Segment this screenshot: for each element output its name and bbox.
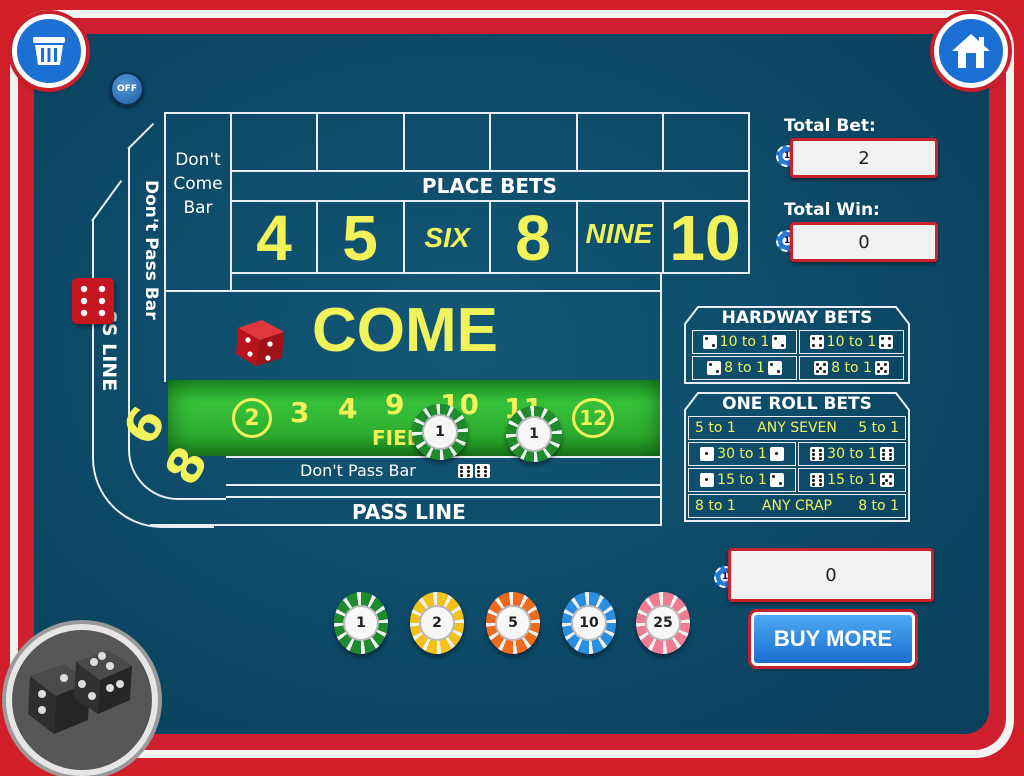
any-seven-payout-left: 5 to 1: [695, 420, 736, 436]
total-bet-value: 2: [790, 138, 938, 178]
any-crap-label: ANY CRAP: [761, 498, 832, 514]
red-die-center: [232, 318, 286, 368]
chip-value: 10: [571, 605, 607, 641]
one-roll-bets-panel: ONE ROLL BETS 5 to 1 ANY SEVEN 5 to 1 30…: [684, 392, 910, 522]
one-roll-bets-title: ONE ROLL BETS: [722, 394, 872, 414]
total-win-label: Total Win:: [784, 200, 880, 220]
hard-8-payout: 8 to 1: [831, 360, 872, 376]
chip-10[interactable]: 10: [562, 592, 616, 654]
eleven-payout: 15 to 1: [827, 472, 877, 488]
place-bet-nine[interactable]: NINE: [576, 218, 662, 250]
come-area[interactable]: COME: [312, 300, 572, 362]
field-number-3: 3: [290, 396, 310, 429]
dont-come-bar[interactable]: Don't Come Bar: [166, 148, 230, 238]
field-bet-chip[interactable]: 1: [506, 406, 562, 462]
any-crap-payout-left: 8 to 1: [695, 498, 736, 514]
place-bet-six[interactable]: SIX: [405, 222, 489, 254]
any-crap-payout-right: 8 to 1: [858, 498, 899, 514]
dice-pair-icon: [458, 463, 492, 479]
ace-deuce-bet[interactable]: 15 to 1: [688, 468, 796, 492]
hardway-bets-panel: HARDWAY BETS 10 to 1 10 to 1 8 to 1 8 to…: [684, 306, 910, 384]
field-number-9: 9: [385, 388, 405, 421]
place-bets-label: PLACE BETS: [421, 174, 558, 198]
any-seven-payout-right: 5 to 1: [858, 420, 899, 436]
field-number-12: 12: [572, 398, 614, 438]
pass-line-vertical[interactable]: SS LINE: [94, 310, 120, 420]
dont-pass-bar-vertical[interactable]: Don't Pass Bar: [137, 180, 161, 330]
roll-dice-button[interactable]: [6, 624, 158, 776]
field-bet-chip-value: 1: [516, 416, 552, 452]
chip-value: 25: [645, 605, 681, 641]
place-bet-5[interactable]: 5: [318, 206, 402, 270]
dont-come-bar-line-3: Bar: [183, 198, 213, 218]
hard-4-bet[interactable]: 10 to 1: [692, 330, 797, 354]
home-button[interactable]: [934, 14, 1008, 88]
any-seven-bet[interactable]: 5 to 1 ANY SEVEN 5 to 1: [688, 416, 906, 440]
hard-6-bet[interactable]: 8 to 1: [692, 356, 797, 380]
chip-2[interactable]: 2: [410, 592, 464, 654]
home-icon: [952, 34, 990, 68]
field-number-2: 2: [232, 398, 272, 438]
hardway-bets-title: HARDWAY BETS: [721, 308, 873, 328]
shop-button[interactable]: [12, 14, 86, 88]
place-bet-8[interactable]: 8: [491, 206, 575, 270]
hard-8-bet[interactable]: 8 to 1: [799, 356, 904, 380]
hard-6-payout: 8 to 1: [724, 360, 765, 376]
hard-10-payout: 10 to 1: [826, 334, 877, 350]
dont-come-bar-line-2: Come: [173, 174, 223, 194]
aces-bet[interactable]: 30 to 1: [688, 442, 796, 466]
chip-25[interactable]: 25: [636, 592, 690, 654]
chip-5[interactable]: 5: [486, 592, 540, 654]
field-number-4: 4: [338, 392, 358, 425]
ace-deuce-payout: 15 to 1: [717, 472, 767, 488]
any-crap-bet[interactable]: 8 to 1 ANY CRAP 8 to 1: [688, 494, 906, 518]
field-bet-chip[interactable]: 1: [412, 404, 468, 460]
place-bet-4[interactable]: 4: [232, 206, 316, 270]
chip-1[interactable]: 1: [334, 592, 388, 654]
chip-value: 1: [343, 605, 379, 641]
eleven-bet[interactable]: 15 to 1: [798, 468, 906, 492]
basket-icon: [33, 37, 65, 65]
dont-come-bar-line-1: Don't: [175, 150, 221, 170]
sound-toggle-button[interactable]: OFF: [110, 72, 144, 106]
buy-more-button[interactable]: BUY MORE: [751, 612, 915, 666]
red-die-side: [72, 278, 114, 324]
dice-icon: [28, 650, 132, 734]
bank-balance-value: 0: [728, 548, 934, 602]
hard-4-payout: 10 to 1: [719, 334, 770, 350]
dont-pass-bar-label[interactable]: Don't Pass Bar: [300, 461, 416, 480]
total-win-value: 0: [790, 222, 938, 262]
hard-10-bet[interactable]: 10 to 1: [799, 330, 904, 354]
any-seven-label: ANY SEVEN: [757, 420, 837, 436]
twelve-bet[interactable]: 30 to 1: [798, 442, 906, 466]
total-bet-label: Total Bet:: [784, 116, 876, 136]
twelve-payout: 30 to 1: [827, 446, 877, 462]
place-bet-10[interactable]: 10: [662, 206, 748, 270]
field-bet-chip-value: 1: [422, 414, 458, 450]
pass-line-label[interactable]: PASS LINE: [352, 500, 466, 524]
aces-payout: 30 to 1: [717, 446, 767, 462]
chip-value: 5: [495, 605, 531, 641]
chip-value: 2: [419, 605, 455, 641]
sound-toggle-label: OFF: [117, 84, 137, 94]
